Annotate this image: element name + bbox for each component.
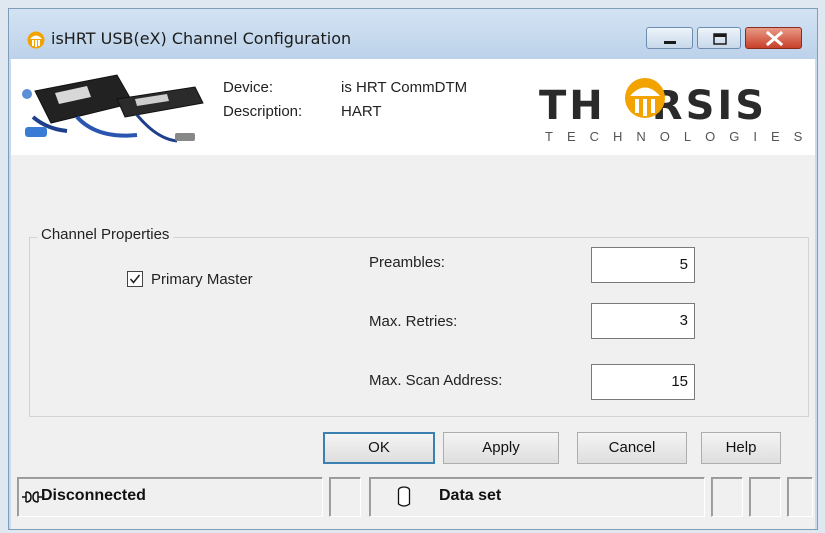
window-title: isHRT USB(eX) Channel Configuration xyxy=(51,29,352,48)
minimize-icon xyxy=(664,41,676,44)
status-cell-blank-3 xyxy=(749,477,781,517)
connection-status-text: Disconnected xyxy=(41,487,146,504)
maximize-icon xyxy=(713,33,727,45)
status-cell-blank-2 xyxy=(711,477,743,517)
dataset-status-cell xyxy=(369,477,705,517)
max-scan-address-label: Max. Scan Address: xyxy=(369,372,503,389)
plug-icon xyxy=(22,491,42,503)
usb-modem-device-image xyxy=(22,74,204,143)
close-button[interactable] xyxy=(745,27,802,49)
channel-properties-legend: Channel Properties xyxy=(37,226,174,243)
preambles-label: Preambles: xyxy=(369,254,445,271)
header-banner: Device: is HRT CommDTM Description: HART… xyxy=(11,59,815,155)
primary-master-label[interactable]: Primary Master xyxy=(151,271,253,288)
apply-button[interactable]: Apply xyxy=(443,432,559,464)
dataset-status-text: Data set xyxy=(439,487,502,504)
title-bar[interactable]: isHRT USB(eX) Channel Configuration xyxy=(9,9,817,59)
logo-subtext: TECHNOLOGIES xyxy=(545,129,815,144)
device-value: is HRT CommDTM xyxy=(341,79,468,96)
max-retries-input[interactable]: 3 xyxy=(591,303,695,339)
close-icon xyxy=(765,30,784,47)
max-scan-address-input[interactable]: 15 xyxy=(591,364,695,400)
description-value: HART xyxy=(341,103,382,120)
status-bar: Disconnected Data set xyxy=(11,467,815,527)
primary-master-checkbox[interactable] xyxy=(127,271,143,287)
preambles-input[interactable]: 5 xyxy=(591,247,695,283)
channel-config-window: isHRT USB(eX) Channel Configuration Devi… xyxy=(8,8,818,530)
cancel-button[interactable]: Cancel xyxy=(577,432,687,464)
dialog-body: Device: is HRT CommDTM Description: HART… xyxy=(11,59,815,529)
help-button[interactable]: Help xyxy=(701,432,781,464)
max-retries-label: Max. Retries: xyxy=(369,313,458,330)
ok-button[interactable]: OK xyxy=(323,432,435,464)
device-label: Device: xyxy=(223,79,274,96)
thorsis-logo-icon xyxy=(27,31,45,49)
status-cell-blank-1 xyxy=(329,477,361,517)
status-cell-blank-4 xyxy=(787,477,813,517)
maximize-button[interactable] xyxy=(697,27,741,49)
minimize-button[interactable] xyxy=(646,27,693,49)
cylinder-icon xyxy=(397,486,411,507)
checkmark-icon xyxy=(129,274,141,284)
logo-emblem-icon xyxy=(625,78,665,118)
description-label: Description: xyxy=(223,103,303,120)
